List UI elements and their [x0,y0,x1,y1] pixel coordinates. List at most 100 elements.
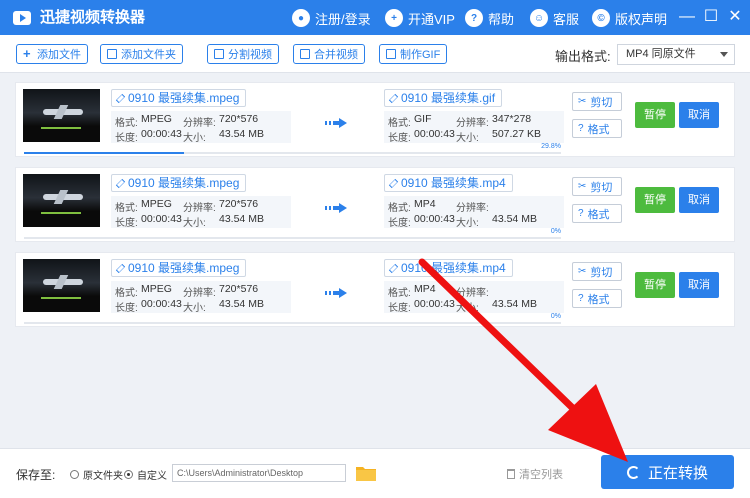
pencil-icon [115,263,126,274]
copyright-label: 版权声明 [615,11,668,27]
user-icon: ● [292,9,310,27]
video-thumbnail [23,89,100,142]
target-meta: 格式: MP4 分辨率: 长度: 00:00:43 大小: 43.54 MB [384,281,564,314]
split-video-label: 分割视频 [228,49,272,61]
add-file-button[interactable]: + 添加文件 [16,44,88,64]
folder-icon [107,49,117,59]
source-panel: 0910 最强续集.mpeg 格式: MPEG 分辨率: 720*576 长度:… [111,259,291,314]
vip-button[interactable]: + 开通VIP [385,8,455,28]
task-row: 0910 最强续集.mpeg 格式: MPEG 分辨率: 720*576 长度:… [15,252,735,327]
task-list: 0910 最强续集.mpeg 格式: MPEG 分辨率: 720*576 长度:… [15,82,735,417]
radio-original-folder[interactable]: 原文件夹 [70,467,123,482]
progress-bar [24,152,561,154]
convert-button[interactable]: 正在转换 [601,455,734,489]
pencil-icon [388,263,399,274]
save-path-field[interactable]: C:\Users\Administrator\Desktop [172,464,346,482]
target-panel: 0910 最强续集.mp4 格式: MP4 分辨率: 长度: 00:00:43 … [384,259,564,314]
login-label: 注册/登录 [315,11,371,27]
video-thumbnail [23,259,100,312]
progress-bar [24,237,561,239]
target-filename[interactable]: 0910 最强续集.mp4 [384,174,513,192]
convert-arrow-icon [325,118,347,128]
progress-bar [24,322,561,324]
merge-video-button[interactable]: 合并视频 [293,44,365,64]
pause-button[interactable]: 暂停 [635,187,675,213]
add-folder-button[interactable]: 添加文件夹 [100,44,183,64]
progress-fill [24,152,185,154]
maximize-button[interactable]: ☐ [702,8,720,26]
make-gif-button[interactable]: 制作GIF [379,44,448,64]
output-format-select[interactable]: MP4 同原文件 [617,44,735,65]
save-to-label: 保存至: [16,468,56,482]
cancel-button[interactable]: 取消 [679,187,719,213]
scissors-icon: ✂ [578,266,587,277]
radio-off-icon [70,470,79,479]
source-meta: 格式: MPEG 分辨率: 720*576 长度: 00:00:43 大小: 4… [111,281,291,314]
merge-icon [300,49,310,59]
pencil-icon [388,178,399,189]
progress-percent: 0% [550,313,561,320]
cut-button[interactable]: ✂ 剪切 [572,92,622,111]
split-video-button[interactable]: 分割视频 [207,44,279,64]
source-filename[interactable]: 0910 最强续集.mpeg [111,259,247,277]
radio-custom-folder[interactable]: 自定义 [124,467,167,482]
pencil-icon [388,93,399,104]
cut-button[interactable]: ✂ 剪切 [572,177,622,196]
support-icon: ☺ [530,9,548,27]
source-filename[interactable]: 0910 最强续集.mpeg [111,89,247,107]
help-icon: ? [465,9,483,27]
vip-label: 开通VIP [408,11,455,27]
login-button[interactable]: ● 注册/登录 [292,8,371,28]
target-panel: 0910 最强续集.mp4 格式: MP4 分辨率: 长度: 00:00:43 … [384,174,564,229]
folder-icon[interactable] [355,464,377,482]
format-icon: ? [578,123,584,134]
progress-percent: 29.8% [541,143,561,150]
bottom-bar: 保存至: 原文件夹 自定义 C:\Users\Administrator\Des… [0,448,750,498]
source-panel: 0910 最强续集.mpeg 格式: MPEG 分辨率: 720*576 长度:… [111,89,291,144]
video-thumbnail [23,174,100,227]
merge-video-label: 合并视频 [314,49,358,61]
help-label: 帮助 [488,11,515,27]
output-format-label: 输出格式: [555,49,611,64]
pause-button[interactable]: 暂停 [635,102,675,128]
format-icon: ? [578,208,584,219]
source-filename[interactable]: 0910 最强续集.mpeg [111,174,247,192]
app-title: 迅捷视频转换器 [40,9,146,26]
cancel-button[interactable]: 取消 [679,272,719,298]
target-panel: 0910 最强续集.gif 格式: GIF 分辨率: 347*278 长度: 0… [384,89,564,144]
target-filename[interactable]: 0910 最强续集.mp4 [384,259,513,277]
refresh-icon [626,465,640,479]
format-icon: ? [578,293,584,304]
convert-arrow-icon [325,288,347,298]
output-format-value: MP4 同原文件 [626,48,696,60]
format-button[interactable]: ? 格式 [572,204,622,223]
clear-list-button[interactable]: 清空列表 [507,466,563,482]
support-label: 客服 [553,11,580,27]
source-panel: 0910 最强续集.mpeg 格式: MPEG 分辨率: 720*576 长度:… [111,174,291,229]
title-bar: 迅捷视频转换器 ● 注册/登录 + 开通VIP ? 帮助 ☺ 客服 © 版权声明… [0,0,750,35]
vip-icon: + [385,9,403,27]
close-button[interactable]: ✕ [726,8,744,26]
minimize-button[interactable]: — [678,8,696,26]
pause-button[interactable]: 暂停 [635,272,675,298]
target-meta: 格式: MP4 分辨率: 长度: 00:00:43 大小: 43.54 MB [384,196,564,229]
target-filename[interactable]: 0910 最强续集.gif [384,89,503,107]
help-button[interactable]: ? 帮助 [465,8,514,28]
trash-icon [507,469,515,479]
source-meta: 格式: MPEG 分辨率: 720*576 长度: 00:00:43 大小: 4… [111,196,291,229]
add-file-label: 添加文件 [37,49,81,61]
gif-icon [386,49,396,59]
chevron-down-icon [720,52,728,57]
cancel-button[interactable]: 取消 [679,102,719,128]
format-button[interactable]: ? 格式 [572,289,622,308]
cut-button[interactable]: ✂ 剪切 [572,262,622,281]
split-icon [214,49,224,59]
target-meta: 格式: GIF 分辨率: 347*278 长度: 00:00:43 大小: 50… [384,111,564,144]
convert-arrow-icon [325,203,347,213]
copyright-button[interactable]: © 版权声明 [592,8,667,28]
format-button[interactable]: ? 格式 [572,119,622,138]
support-button[interactable]: ☺ 客服 [530,8,579,28]
scissors-icon: ✂ [578,181,587,192]
radio-on-icon [124,470,133,479]
pencil-icon [115,178,126,189]
